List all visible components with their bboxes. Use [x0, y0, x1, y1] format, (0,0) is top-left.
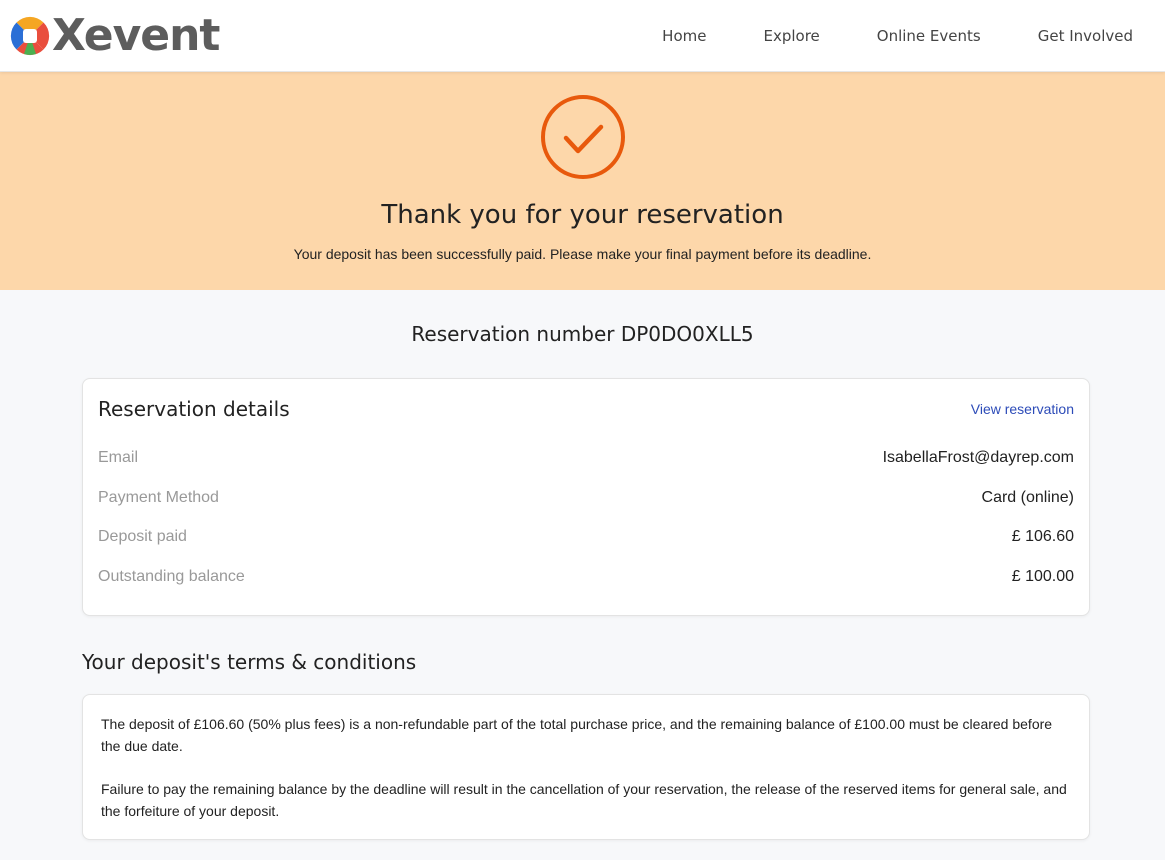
terms-title: Your deposit's terms & conditions	[82, 650, 417, 674]
nav-home[interactable]: Home	[662, 27, 706, 45]
reservation-details-title: Reservation details	[98, 397, 290, 421]
detail-row-email: Email IsabellaFrost@dayrep.com	[98, 449, 1074, 489]
main-nav: Home Explore Online Events Get Involved	[605, 27, 1133, 45]
reservation-number: Reservation number DP0DO0XLL5	[411, 322, 754, 346]
terms-paragraph: The deposit of £106.60 (50% plus fees) i…	[101, 716, 1053, 754]
terms-card: The deposit of £106.60 (50% plus fees) i…	[82, 694, 1090, 840]
brand-logo[interactable]: Xevent	[10, 9, 220, 61]
detail-label: Payment Method	[98, 488, 219, 506]
details-list: Email IsabellaFrost@dayrep.com Payment M…	[98, 449, 1074, 607]
nav-explore[interactable]: Explore	[763, 27, 819, 45]
check-circle-icon	[540, 95, 625, 179]
detail-label: Outstanding balance	[98, 567, 245, 585]
nav-get-involved[interactable]: Get Involved	[1038, 27, 1133, 45]
detail-row-payment-method: Payment Method Card (online)	[98, 489, 1074, 529]
confirmation-title: Thank you for your reservation	[381, 200, 784, 230]
confirmation-message: Your deposit has been successfully paid.…	[293, 246, 872, 262]
detail-row-deposit-paid: Deposit paid £ 106.60	[98, 528, 1074, 568]
detail-value: Card (online)	[981, 488, 1074, 506]
detail-label: Email	[98, 449, 139, 466]
nav-online-events[interactable]: Online Events	[877, 27, 981, 45]
xevent-logo-icon	[10, 16, 50, 55]
brand-name: Xevent	[52, 9, 220, 61]
top-navbar: Xevent Home Explore Online Events Get In…	[0, 0, 1165, 72]
reservation-details-card: Reservation details View reservation Ema…	[82, 378, 1090, 616]
detail-label: Deposit paid	[98, 528, 187, 545]
detail-value: £ 106.60	[1011, 528, 1074, 545]
detail-value: £ 100.00	[1011, 567, 1074, 585]
terms-paragraph: Failure to pay the remaining balance by …	[101, 781, 1067, 819]
detail-value: IsabellaFrost@dayrep.com	[882, 449, 1074, 466]
confirmation-hero: Thank you for your reservation Your depo…	[0, 72, 1165, 290]
view-reservation-link[interactable]: View reservation	[971, 401, 1074, 417]
detail-row-outstanding-balance: Outstanding balance £ 100.00	[98, 568, 1074, 608]
